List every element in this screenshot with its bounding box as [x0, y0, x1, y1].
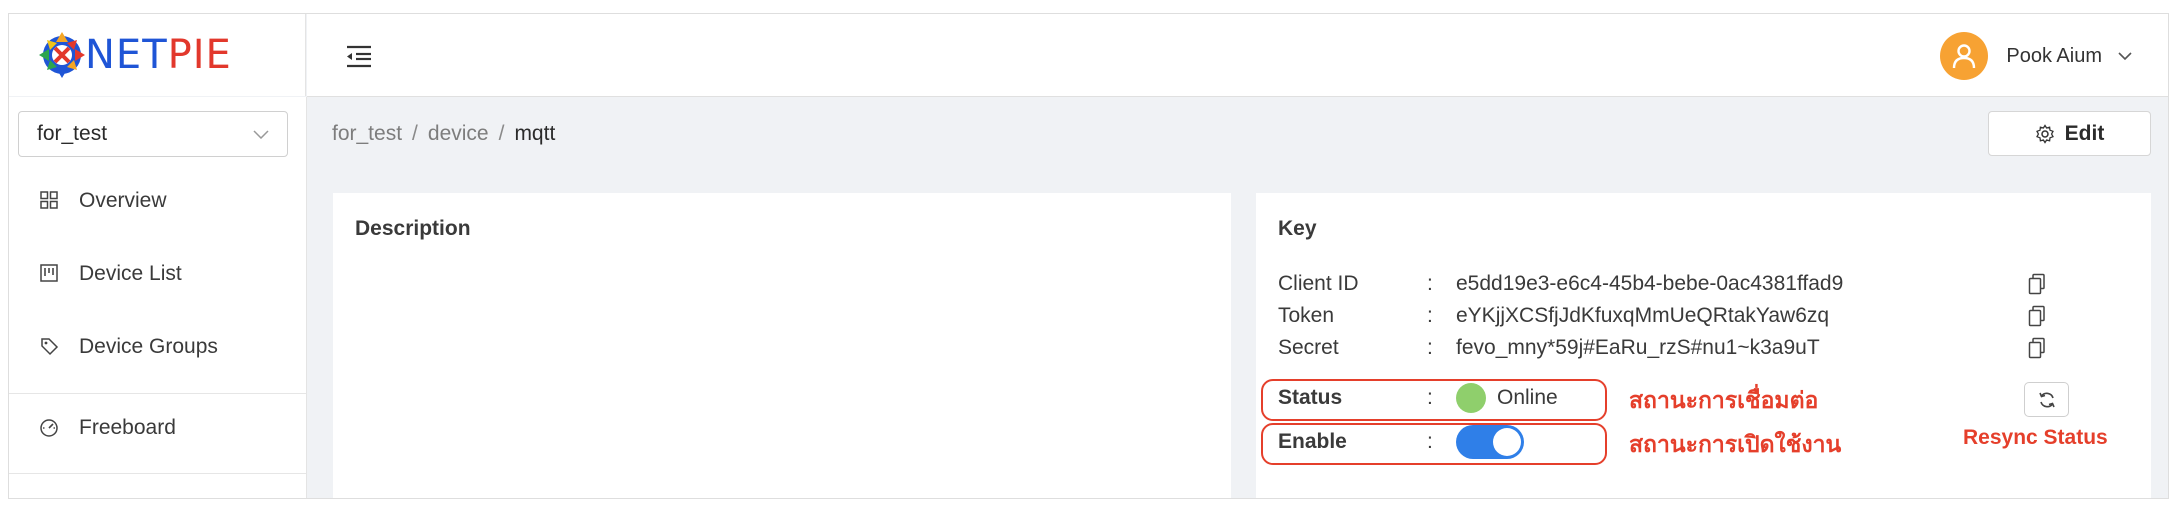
sidebar: for_test Overview Device List Device Gro… [9, 97, 307, 498]
token-value: eYKjjXCSfjJdKfuxqMmUeQRtakYaw6zq [1456, 304, 1830, 327]
sidebar-item-overview[interactable]: Overview [9, 173, 306, 229]
online-status-dot [1456, 383, 1486, 413]
description-title: Description [355, 217, 471, 240]
enable-toggle[interactable] [1456, 425, 1524, 459]
colon: : [1427, 430, 1433, 453]
dashboard-gauge-icon [39, 417, 61, 439]
device-list-icon [39, 263, 61, 285]
copy-icon[interactable] [2028, 273, 2046, 295]
sidebar-divider [9, 473, 306, 474]
brand-name-net: NET [85, 32, 168, 78]
brand-logo[interactable]: NETPIE [9, 14, 306, 96]
main-content: for_test / device / mqtt Edit Description Ke… [307, 97, 2168, 498]
copy-icon[interactable] [2028, 305, 2046, 327]
breadcrumb-item[interactable]: for_test [332, 122, 402, 145]
sidebar-item-device-list[interactable]: Device List [9, 246, 306, 302]
status-value: Online [1497, 386, 1558, 409]
refresh-icon [2038, 392, 2055, 407]
edit-button[interactable]: Edit [1988, 111, 2151, 156]
grid-icon [39, 190, 61, 212]
status-label: Status [1278, 386, 1343, 409]
copy-icon[interactable] [2028, 337, 2046, 359]
resync-annotation: Resync Status [1963, 426, 2108, 449]
sidebar-item-device-groups[interactable]: Device Groups [9, 319, 306, 375]
top-bar: Pook Aium [307, 14, 2168, 97]
sidebar-item-freeboard[interactable]: Freeboard [9, 400, 306, 456]
sidebar-item-label: Device List [79, 262, 182, 285]
colon: : [1427, 336, 1433, 359]
avatar [1940, 32, 1989, 80]
colon: : [1427, 304, 1433, 327]
sidebar-item-label: Device Groups [79, 335, 218, 358]
toggle-knob [1493, 428, 1521, 456]
user-name: Pook Aium [2006, 44, 2102, 67]
resync-button[interactable] [2024, 382, 2069, 417]
project-select-value: for_test [37, 122, 108, 145]
tag-icon [39, 336, 61, 358]
menu-fold-icon[interactable] [345, 44, 373, 68]
sidebar-item-label: Freeboard [79, 416, 176, 439]
project-select[interactable]: for_test [18, 111, 288, 157]
status-annotation: สถานะการเชื่อมต่อ [1629, 387, 1819, 413]
enable-label: Enable [1278, 430, 1347, 453]
app-window: NETPIE Pook Aium for_test Overview Devic… [8, 13, 2169, 499]
key-card: Key Client ID : e5dd19e3-e6c4-45b4-bebe-… [1256, 193, 2151, 498]
breadcrumb-current: mqtt [514, 122, 556, 145]
gear-icon [2035, 123, 2054, 144]
netpie-gear-icon [39, 32, 85, 78]
enable-annotation: สถานะการเปิดใช้งาน [1629, 431, 1842, 457]
breadcrumb-separator: / [412, 122, 418, 145]
breadcrumb-item[interactable]: device [428, 122, 489, 145]
client-id-label: Client ID [1278, 272, 1359, 295]
breadcrumb-separator: / [498, 122, 505, 145]
edit-button-label: Edit [2064, 121, 2105, 145]
secret-value: fevo_mny*59j#EaRu_rzS#nu1~k3a9uT [1456, 336, 1820, 359]
colon: : [1427, 272, 1433, 295]
user-menu[interactable]: Pook Aium [1940, 31, 2132, 81]
breadcrumb: for_test / device / mqtt [332, 122, 555, 146]
key-title: Key [1278, 217, 1317, 240]
chevron-down-icon [253, 130, 269, 139]
token-label: Token [1278, 304, 1335, 327]
description-card: Description [333, 193, 1231, 498]
colon: : [1427, 386, 1433, 409]
brand-name-pie: PIE [167, 32, 232, 78]
client-id-value: e5dd19e3-e6c4-45b4-bebe-0ac4381ffad9 [1456, 272, 1844, 295]
sidebar-divider [9, 393, 306, 394]
secret-label: Secret [1278, 336, 1339, 359]
chevron-down-icon [2118, 52, 2132, 61]
brand-name: NETPIE [85, 32, 232, 78]
user-icon [1953, 44, 1976, 69]
sidebar-item-label: Overview [79, 189, 167, 212]
